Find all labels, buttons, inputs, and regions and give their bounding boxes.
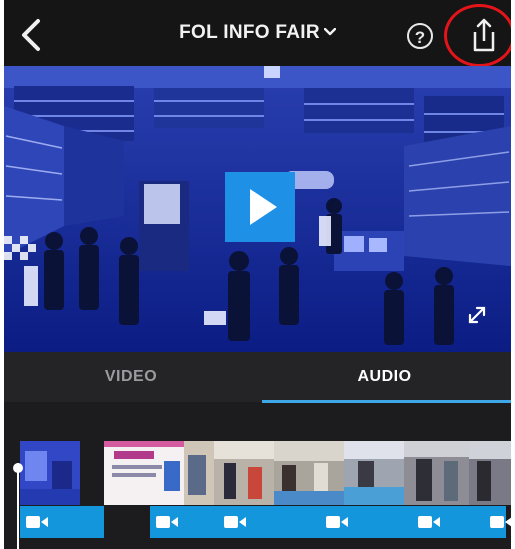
timeline-clip[interactable] <box>274 441 344 505</box>
clip-thumbnail <box>469 441 511 505</box>
video-camera-icon <box>26 516 48 528</box>
project-title-dropdown[interactable]: FOL INFO FAIR <box>4 22 511 44</box>
video-camera-icon <box>326 516 348 528</box>
top-bar: FOL INFO FAIR ? <box>4 0 511 66</box>
playhead[interactable] <box>17 463 19 549</box>
clip-marker[interactable] <box>20 506 104 538</box>
clip-thumbnail <box>20 441 80 505</box>
timeline-clip[interactable] <box>344 441 404 505</box>
timeline-clip[interactable] <box>404 441 469 505</box>
share-icon[interactable] <box>470 17 498 53</box>
video-camera-icon <box>490 516 511 528</box>
timeline-clip[interactable] <box>104 441 184 505</box>
editor-tabs: VIDEO AUDIO <box>4 352 511 402</box>
timeline[interactable] <box>4 403 511 549</box>
video-camera-icon <box>156 516 178 528</box>
dropdown-chevron-icon <box>323 28 336 36</box>
clip-thumbnail <box>274 441 344 505</box>
playhead-handle[interactable] <box>13 463 23 473</box>
tab-audio[interactable]: AUDIO <box>258 352 511 402</box>
video-camera-icon <box>224 516 246 528</box>
timeline-clip[interactable] <box>184 441 214 505</box>
play-icon <box>250 189 277 225</box>
video-editor-app: FOL INFO FAIR ? VIDEO AUDIO <box>4 0 511 549</box>
play-button[interactable] <box>225 172 295 242</box>
video-preview[interactable] <box>4 66 511 352</box>
help-icon[interactable]: ? <box>407 23 433 49</box>
clip-marker[interactable] <box>150 506 511 538</box>
clip-thumbnail <box>104 441 184 505</box>
video-camera-icon <box>418 516 440 528</box>
tab-video[interactable]: VIDEO <box>4 352 258 402</box>
timeline-clip[interactable] <box>20 441 80 505</box>
clip-thumbnail <box>344 441 404 505</box>
clip-thumbnail <box>404 441 469 505</box>
timeline-clip[interactable] <box>469 441 511 505</box>
timeline-clip[interactable] <box>214 441 274 505</box>
clip-thumbnail <box>184 441 214 505</box>
expand-icon[interactable] <box>462 300 492 330</box>
clip-thumbnail <box>214 441 274 505</box>
project-title: FOL INFO FAIR <box>179 22 320 43</box>
